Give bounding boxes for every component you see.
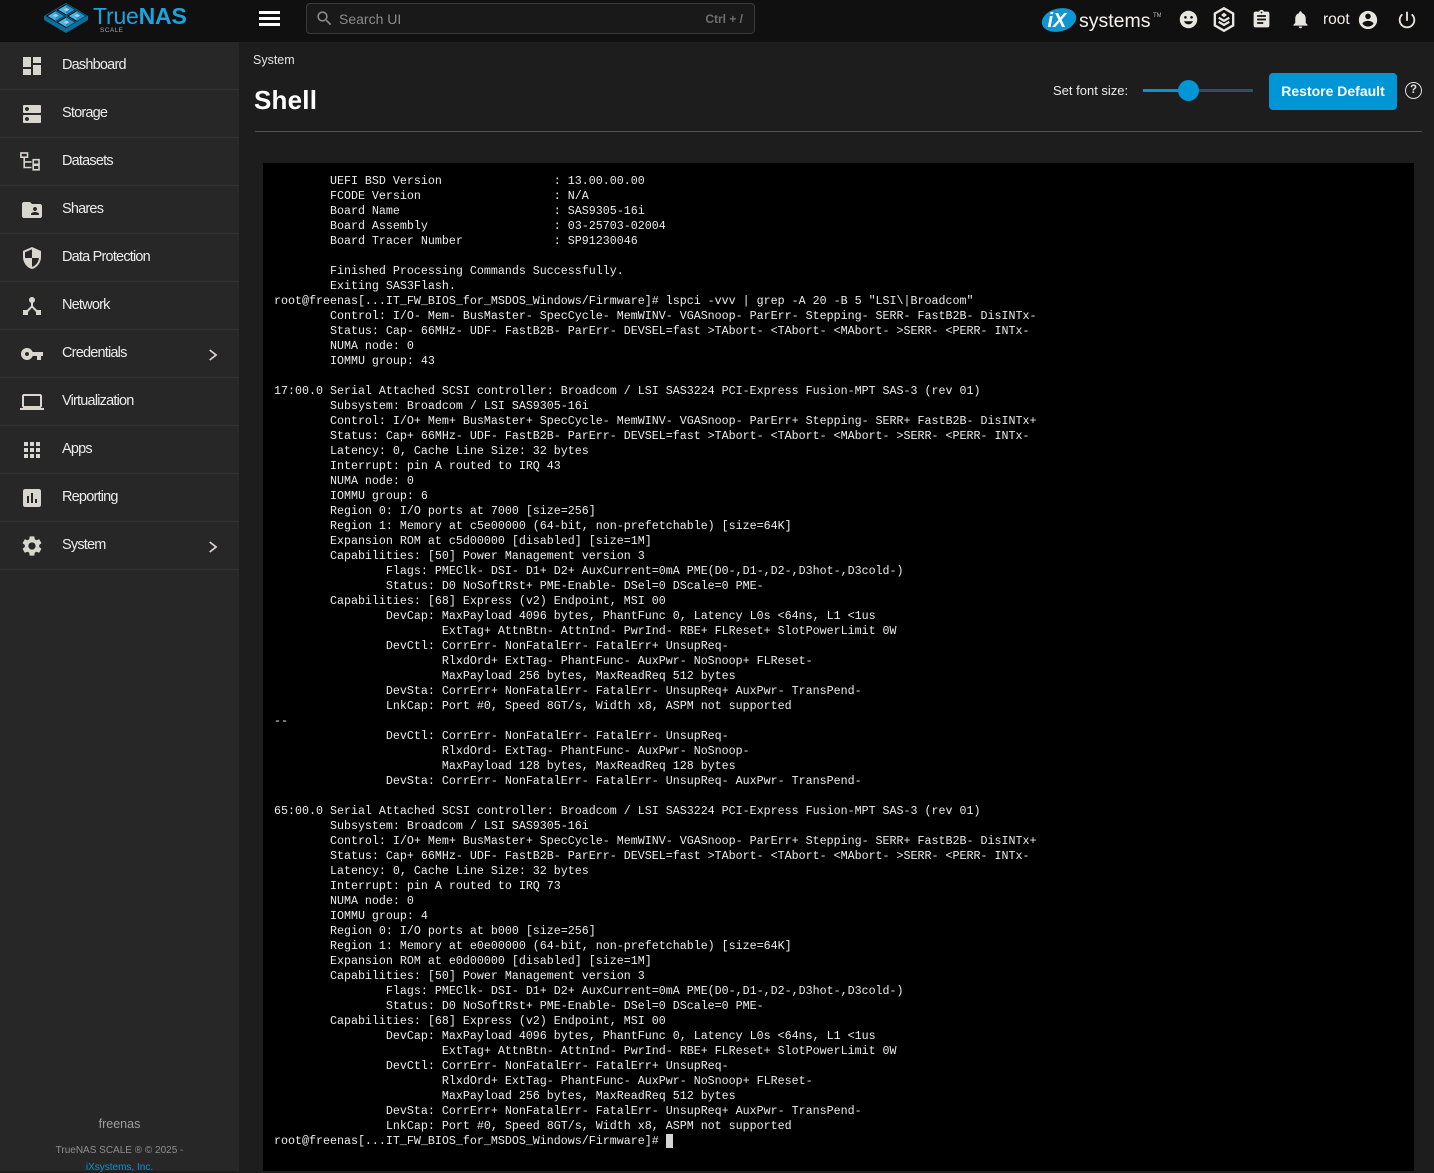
svg-text:iX: iX — [1048, 10, 1069, 32]
svg-text:TM: TM — [1153, 13, 1161, 19]
svg-text:systems: systems — [1079, 10, 1151, 32]
